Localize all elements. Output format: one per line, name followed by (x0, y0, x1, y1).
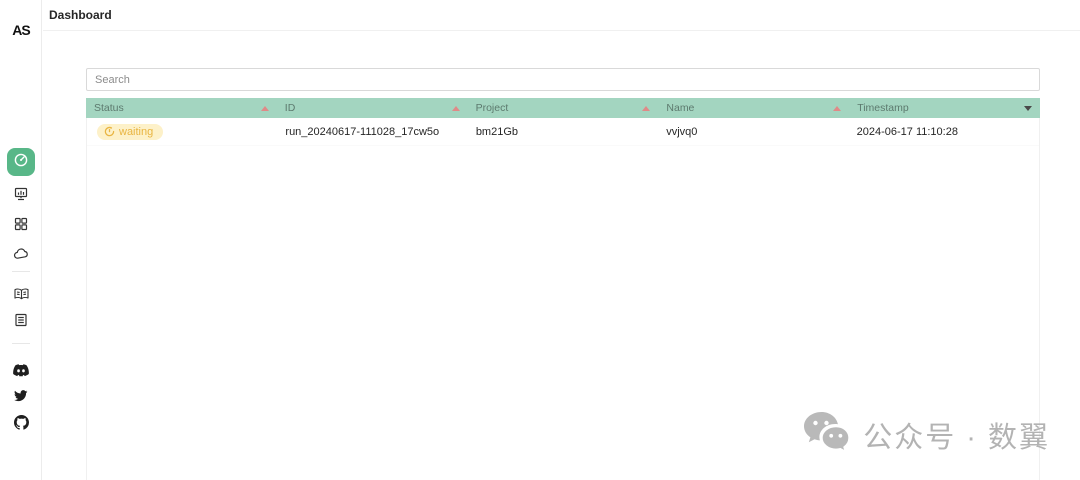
sidebar-item-monitor[interactable] (0, 184, 42, 204)
sidebar-item-discord[interactable] (0, 360, 42, 380)
cell-id: run_20240617-111028_17cw5o (285, 125, 440, 138)
cell-project: bm21Gb (475, 125, 519, 138)
sort-caret-icon[interactable] (451, 105, 460, 111)
sidebar-item-docs[interactable] (0, 284, 42, 304)
app-logo: AS (12, 22, 30, 38)
cell-status: waiting (87, 118, 277, 145)
cloud-icon (13, 246, 29, 262)
sidebar-item-dashboard[interactable] (7, 148, 35, 176)
column-header-id[interactable]: ID (277, 98, 468, 118)
cell-timestamp: 2024-06-17 11:10:28 (856, 125, 958, 138)
table-row[interactable]: waiting run_20240617-111028_17cw5o bm21G… (87, 118, 1039, 146)
monitor-chart-icon (13, 186, 29, 202)
search-input[interactable] (86, 68, 1040, 91)
table-header-row: Status ID Project Name Timestamp (86, 98, 1040, 118)
page-title: Dashboard (49, 8, 112, 22)
discord-icon (13, 363, 29, 377)
column-label: Name (666, 102, 695, 114)
github-icon (13, 414, 29, 430)
sort-caret-icon[interactable] (642, 105, 651, 111)
column-header-project[interactable]: Project (468, 98, 659, 118)
filter-caret-icon[interactable] (1023, 105, 1032, 111)
document-lines-icon (13, 312, 29, 328)
status-badge-label: waiting (119, 125, 154, 138)
column-label: Status (94, 102, 124, 114)
sidebar-item-twitter[interactable] (0, 386, 42, 406)
gauge-dashboard-icon (13, 152, 29, 173)
sidebar-item-cloud[interactable] (0, 244, 42, 264)
twitter-bird-icon (14, 390, 28, 402)
topbar: Dashboard (43, 0, 1080, 31)
main-content: Status ID Project Name Timestamp (86, 68, 1040, 480)
column-label: Timestamp (857, 102, 909, 114)
app-root: AS Dashboard Search Status ID Project Na… (0, 0, 1080, 480)
sidebar-divider (12, 271, 30, 272)
sort-caret-icon[interactable] (260, 105, 269, 111)
column-header-status[interactable]: Status (86, 98, 277, 118)
column-header-name[interactable]: Name (658, 98, 849, 118)
sidebar-item-github[interactable] (0, 412, 42, 432)
waiting-clock-icon (104, 126, 115, 137)
apps-grid-icon (13, 216, 29, 232)
sidebar-item-logs[interactable] (0, 310, 42, 330)
status-badge: waiting (97, 123, 164, 140)
column-header-timestamp[interactable]: Timestamp (849, 98, 1040, 118)
sidebar-item-apps[interactable] (0, 214, 42, 234)
sort-caret-icon[interactable] (833, 105, 842, 111)
column-label: Project (475, 102, 509, 114)
sidebar-divider (12, 343, 30, 344)
sidebar: AS (0, 0, 42, 480)
cell-name: vvjvq0 (666, 125, 698, 138)
runs-table: Status ID Project Name Timestamp waiting… (86, 98, 1040, 480)
table-body: waiting run_20240617-111028_17cw5o bm21G… (86, 118, 1040, 480)
open-book-icon (13, 286, 30, 302)
column-label: ID (284, 102, 296, 114)
